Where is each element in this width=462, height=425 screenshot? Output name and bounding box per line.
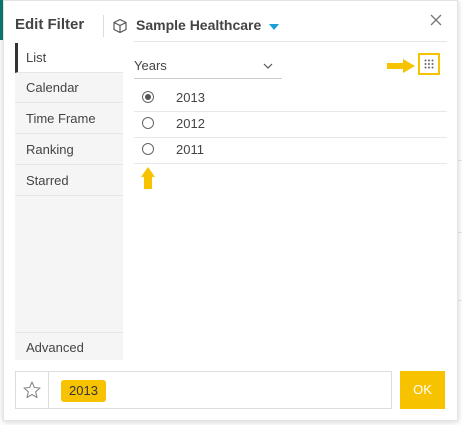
sidebar-item-time-frame[interactable]: Time Frame [15,104,123,134]
option-label: 2013 [176,90,205,105]
level-select[interactable]: Years [134,55,282,79]
close-icon[interactable] [428,12,444,28]
chevron-down-icon [263,63,273,69]
star-icon [23,381,41,399]
sidebar-item-calendar[interactable]: Calendar [15,73,123,103]
level-select-value: Years [134,58,167,73]
list-item[interactable]: 2013 [134,85,447,112]
grid-dots-icon [424,59,434,69]
sidebar-item-ranking[interactable]: Ranking [15,135,123,165]
selected-value-chip[interactable]: 2013 [61,380,106,402]
star-button[interactable] [16,372,49,408]
sidebar-item-starred[interactable]: Starred [15,166,123,196]
list-item[interactable]: 2012 [134,111,447,138]
radio-button[interactable] [142,117,154,129]
radio-button[interactable] [142,143,154,155]
option-label: 2012 [176,116,205,131]
dataset-name[interactable]: Sample Healthcare [136,17,261,33]
dialog-title: Edit Filter [15,16,85,33]
cube-icon [113,18,127,34]
caret-down-icon[interactable] [269,24,279,30]
sidebar-item-list[interactable]: List [15,43,123,73]
arrow-up-icon [141,167,155,189]
option-label: 2011 [176,142,204,157]
arrow-right-icon [387,59,415,73]
radio-button[interactable] [142,91,154,103]
ok-button[interactable]: OK [400,371,445,409]
selection-bar: 2013 [15,371,392,409]
grid-view-button[interactable] [418,53,440,75]
sidebar-item-advanced[interactable]: Advanced [15,332,123,362]
edit-filter-dialog: Edit Filter Sample Healthcare List Calen… [3,0,458,421]
list-item[interactable]: 2011 [134,137,447,164]
header-divider [134,41,447,42]
header-separator [103,15,104,37]
sidebar: List Calendar Time Frame Ranking Starred… [15,43,123,360]
